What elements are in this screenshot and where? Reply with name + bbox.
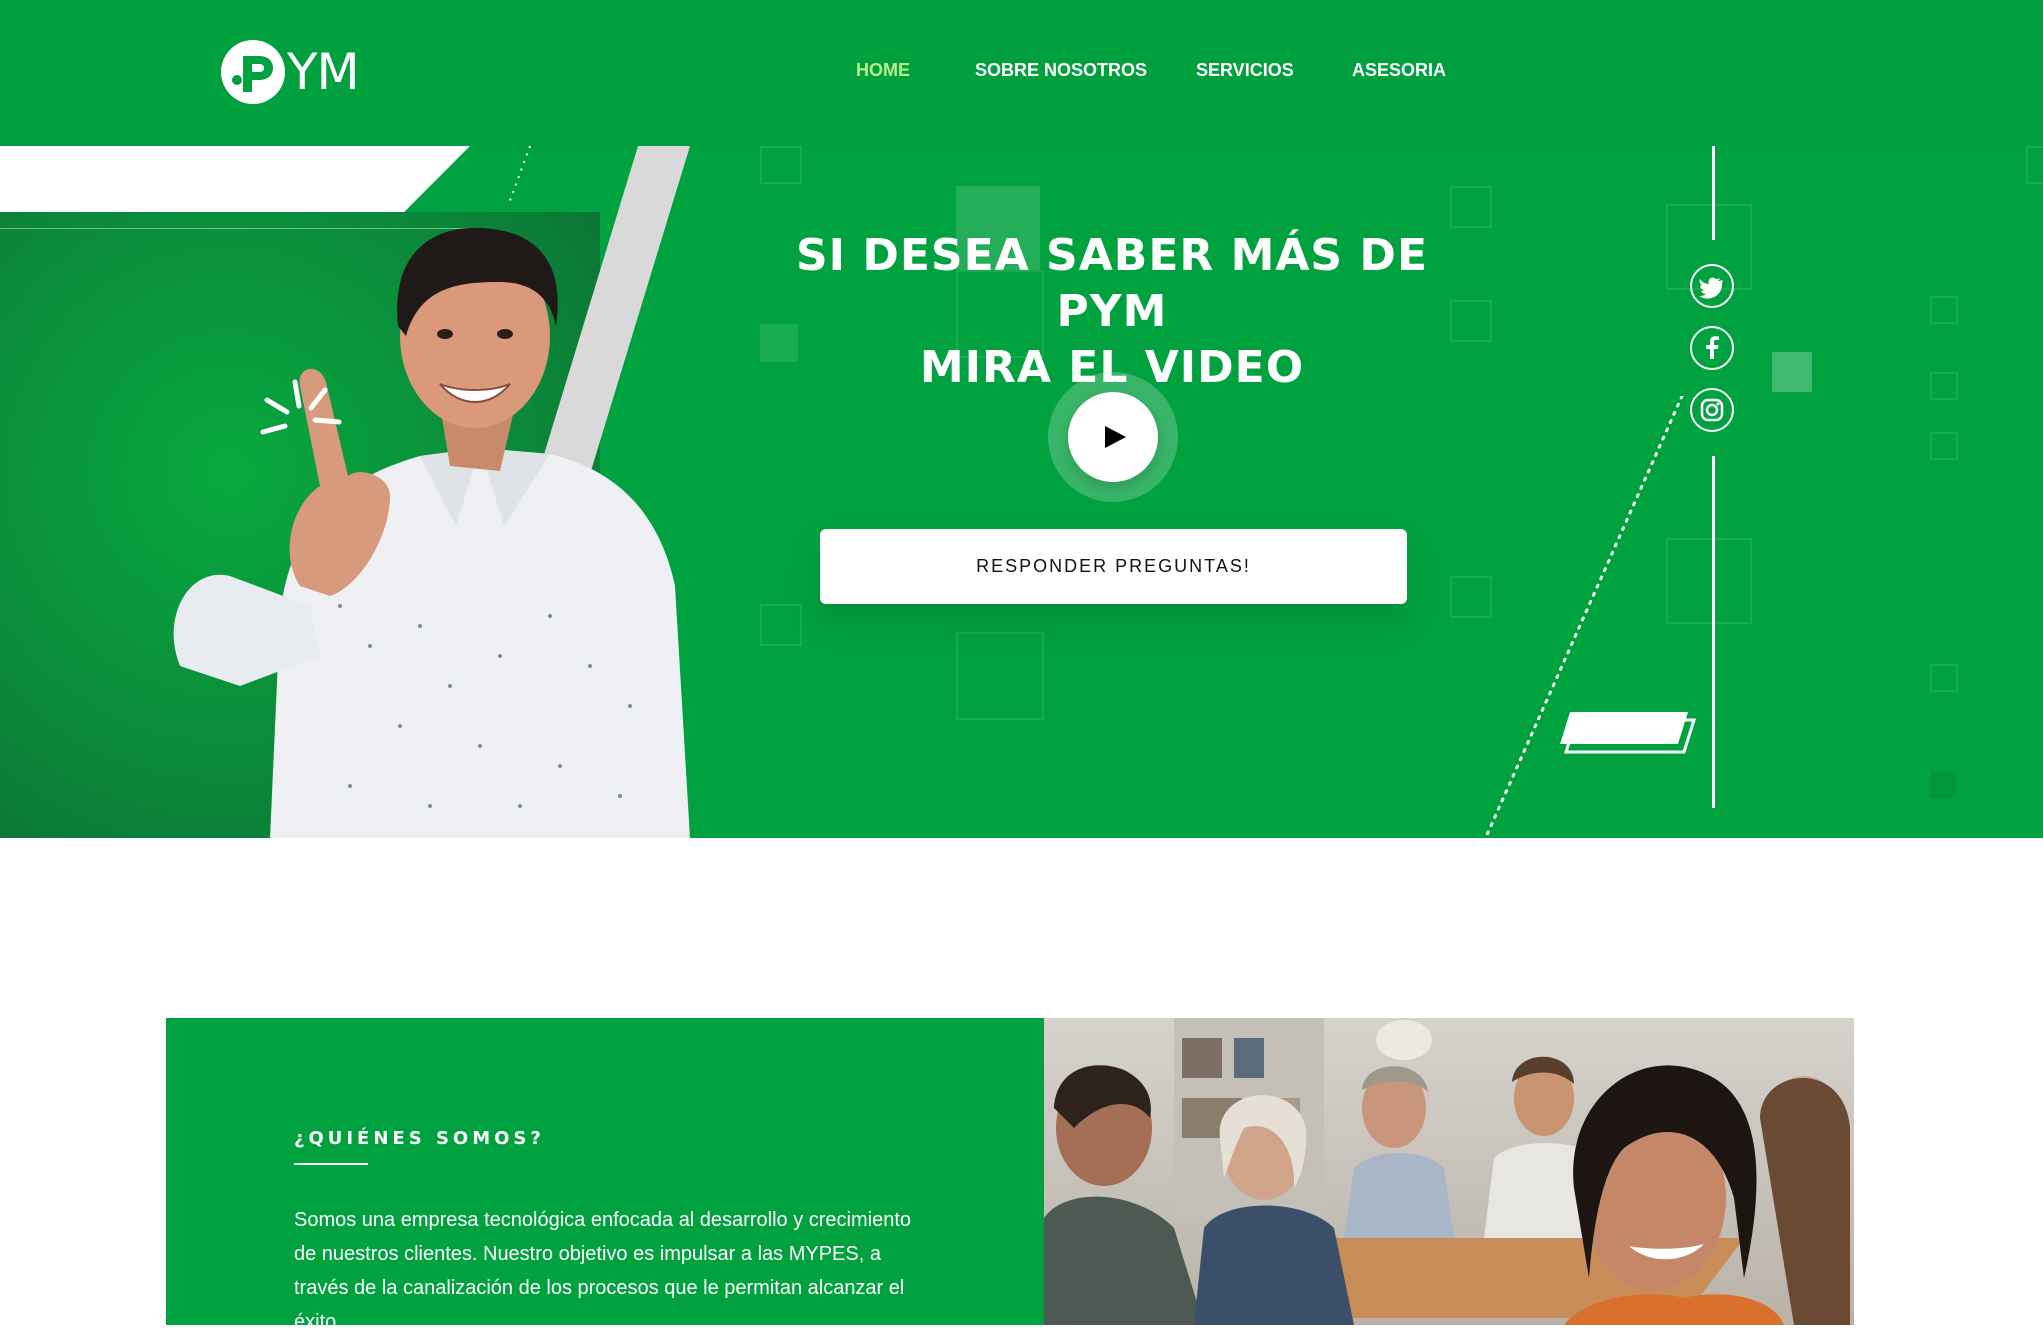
- team-meeting-photo: [1044, 1018, 1854, 1325]
- about-text: Somos una empresa tecnológica enfocada a…: [294, 1209, 912, 1333]
- hero-title-line-1: SI DESEA SABER MÁS DE PYM: [795, 230, 1429, 337]
- tablet-graphic: [1560, 712, 1697, 754]
- presenter-photo: [173, 227, 690, 838]
- social-divider-line: [1712, 146, 1715, 240]
- about-heading-underline: [294, 1163, 368, 1165]
- hero-title: SI DESEA SABER MÁS DE PYM MIRA EL VIDEO: [780, 228, 1444, 396]
- play-icon: [1105, 426, 1126, 448]
- decorative-square: [1930, 372, 1958, 400]
- nav-home[interactable]: HOME: [856, 58, 910, 82]
- social-divider-line: [1712, 456, 1715, 808]
- nav-sobre-nosotros[interactable]: SOBRE NOSOTROS: [975, 58, 1147, 82]
- decorative-square: [760, 604, 802, 646]
- facebook-icon[interactable]: [1690, 326, 1734, 370]
- decorative-square: [1930, 664, 1958, 692]
- decorative-square: [1930, 296, 1958, 324]
- decorative-square: [1772, 352, 1812, 392]
- instagram-icon[interactable]: [1690, 388, 1734, 432]
- decorative-square: [1450, 186, 1492, 228]
- twitter-icon[interactable]: [1690, 264, 1734, 308]
- about-heading: ¿QUIÉNES SOMOS?: [294, 1128, 545, 1149]
- decorative-dotted-line: [1483, 396, 1684, 838]
- decorative-square: [1930, 432, 1958, 460]
- responder-preguntas-button[interactable]: RESPONDER PREGUNTAS!: [820, 529, 1407, 604]
- play-button-core[interactable]: [1068, 392, 1158, 482]
- play-video-button[interactable]: [1048, 372, 1178, 502]
- about-section: ¿QUIÉNES SOMOS? Somos una empresa tecnol…: [166, 1018, 1044, 1333]
- decorative-square: [1450, 300, 1492, 342]
- main-nav: HOME SOBRE NOSOTROS SERVICIOS ASESORIA: [0, 58, 2043, 82]
- nav-servicios[interactable]: SERVICIOS: [1196, 58, 1294, 82]
- decorative-square: [956, 632, 1044, 720]
- decorative-square: [2026, 146, 2043, 184]
- decorative-square: [1930, 772, 1956, 798]
- top-navigation-bar: YM HOME SOBRE NOSOTROS SERVICIOS ASESORI…: [0, 0, 2043, 146]
- decorative-square: [760, 146, 802, 184]
- click-sparkle-icon: [260, 379, 342, 435]
- hero-banner: SI DESEA SABER MÁS DE PYM MIRA EL VIDEO …: [0, 146, 2043, 838]
- nav-asesoria[interactable]: ASESORIA: [1352, 58, 1446, 82]
